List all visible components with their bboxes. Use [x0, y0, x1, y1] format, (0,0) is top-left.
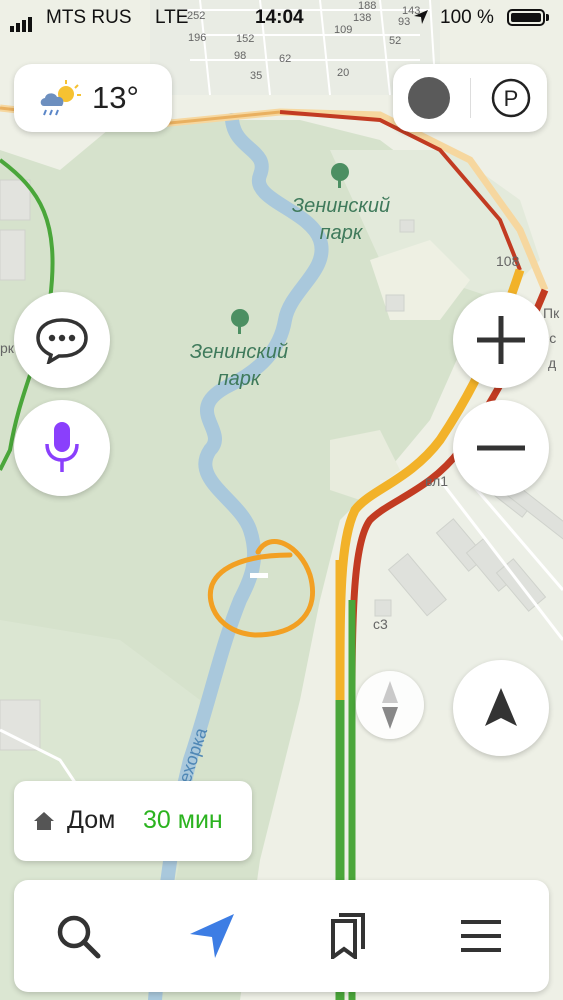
bookmarks-icon [331, 913, 365, 959]
search-icon [57, 915, 101, 959]
clock: 14:04 [255, 7, 304, 28]
house-number: 52 [389, 35, 402, 47]
edge-label: Пк [543, 305, 560, 321]
sun-cloud-rain-icon [40, 80, 81, 116]
edge-label: рк [0, 340, 14, 356]
chat-button[interactable] [14, 292, 110, 388]
route-eta: 30 мин [143, 806, 223, 834]
battery-tip [546, 14, 549, 21]
microphone-icon [45, 422, 79, 472]
bookmarks-button[interactable] [307, 900, 387, 972]
weather-widget[interactable]: 13° [14, 64, 172, 132]
network-type: LTE [155, 7, 189, 28]
locate-me-button[interactable] [453, 660, 549, 756]
minus-icon [477, 445, 525, 451]
zoom-out-button[interactable] [453, 400, 549, 496]
menu-button[interactable] [441, 900, 521, 972]
traffic-button[interactable] [403, 72, 455, 124]
compass-button[interactable] [356, 671, 424, 739]
signal-icon [10, 10, 34, 32]
navigator-button[interactable] [172, 900, 252, 972]
route-home-card[interactable]: Дом 30 мин [14, 781, 252, 861]
status-bar: MTS RUS LTE 14:04 100 % [0, 0, 563, 36]
layer-controls: P [393, 64, 547, 132]
edge-label: д [548, 355, 557, 371]
bottom-toolbar [14, 880, 549, 992]
search-button[interactable] [38, 900, 118, 972]
house-number: 35 [250, 70, 263, 82]
building-label: вл1 [425, 473, 449, 489]
house-number: 20 [337, 67, 350, 79]
navigation-arrow-icon [190, 914, 234, 958]
voice-button[interactable] [14, 400, 110, 496]
chat-bubble-icon [36, 318, 88, 364]
compass-icon [382, 681, 398, 729]
menu-icon [461, 920, 501, 952]
battery-percent: 100 % [440, 7, 494, 28]
location-services-icon [414, 10, 428, 24]
parking-icon: P [491, 78, 531, 118]
location-arrow-icon [485, 688, 517, 726]
bridge [250, 573, 268, 578]
zoom-in-button[interactable] [453, 292, 549, 388]
road-number: 108 [496, 253, 520, 269]
parking-button[interactable]: P [485, 72, 537, 124]
house-number: 62 [279, 53, 292, 65]
park-label: Зенинский парк [291, 195, 391, 244]
building-label: с3 [373, 616, 388, 632]
temperature: 13° [92, 80, 139, 115]
plus-icon [477, 316, 525, 364]
carrier-name: MTS RUS [46, 7, 132, 28]
house-icon [34, 812, 54, 830]
route-destination: Дом [67, 806, 116, 834]
park-label: Зенинский парк [189, 341, 289, 390]
battery-icon [507, 9, 545, 26]
house-number: 98 [234, 50, 247, 62]
traffic-lights-icon [408, 77, 450, 119]
divider [470, 78, 471, 118]
svg-text:P: P [504, 86, 519, 111]
